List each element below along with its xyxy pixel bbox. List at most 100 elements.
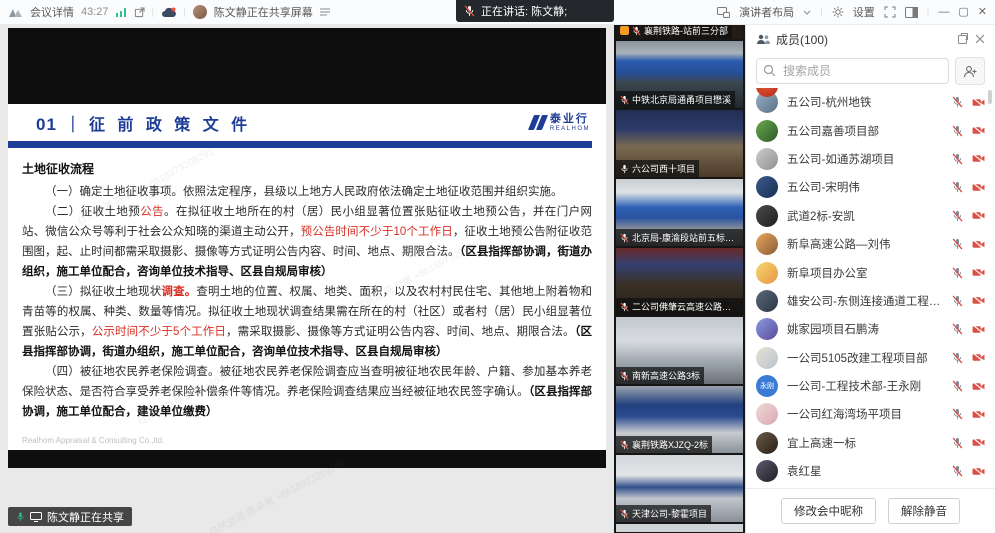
meeting-timer: 43:27 (81, 6, 109, 18)
camera-off-icon[interactable] (972, 97, 985, 108)
members-list: 五公司-杭州地铁 五公司嘉善项目部 (746, 88, 995, 489)
layout-selector[interactable]: 演讲者布局 (739, 4, 794, 20)
camera-off-icon[interactable] (972, 295, 985, 306)
camera-off-icon[interactable] (972, 239, 985, 250)
member-row[interactable]: 五公司嘉善项目部 (746, 116, 995, 144)
video-tile[interactable]: 北京局-康渝段站前五标项目 (616, 179, 743, 246)
add-member-button[interactable] (955, 57, 985, 85)
video-tile-name: 二公司佛肇云高速公路项目 (632, 300, 739, 313)
settings-button[interactable]: 设置 (853, 4, 875, 20)
camera-off-icon[interactable] (972, 466, 985, 477)
video-tile[interactable]: 二公司佛肇云高速公路项目 (616, 248, 743, 315)
slide-paragraphs: （一）确定土地征收事项。依照法定程序，县级以上地方人民政府依法确定土地征收范围并… (22, 182, 592, 422)
mic-active-icon (620, 164, 629, 174)
members-icon (756, 34, 770, 45)
video-tile[interactable] (616, 524, 743, 532)
mic-muted-icon[interactable] (952, 238, 963, 250)
member-row[interactable]: 雄安公司-东侧连接通道工程项目向志良 (746, 287, 995, 315)
signal-strength-icon (116, 8, 127, 17)
video-tile-name: 六公司西十项目 (632, 162, 695, 175)
mic-muted-icon[interactable] (952, 465, 963, 477)
camera-off-icon[interactable] (972, 409, 985, 420)
video-tile-name: 天津公司-黎霍项目 (632, 507, 707, 520)
camera-off-icon[interactable] (972, 324, 985, 335)
mic-muted-icon[interactable] (952, 125, 963, 137)
member-status-icons (952, 267, 985, 279)
open-external-icon[interactable] (134, 7, 145, 18)
mic-muted-icon[interactable] (952, 181, 963, 193)
meeting-details-link[interactable]: 会议详情 (30, 4, 74, 20)
top-bar: 会议详情 43:27 | | 陈文静正在共享屏幕 正在讲话: 陈文静; (0, 0, 995, 25)
gear-icon[interactable] (832, 6, 844, 18)
member-row[interactable]: 一公司5105改建工程项目部 (746, 344, 995, 372)
member-status-icons (952, 96, 985, 108)
member-row[interactable]: 武道2标-安凯 (746, 202, 995, 230)
video-tile[interactable]: 六公司西十项目 (616, 110, 743, 177)
mic-muted-icon[interactable] (952, 295, 963, 307)
member-status-icons (952, 465, 985, 477)
mic-muted-icon[interactable] (952, 437, 963, 449)
member-row[interactable]: 姚家园项目石鹏涛 (746, 315, 995, 343)
video-tile[interactable]: 襄荆铁路-站前三分部 (616, 24, 743, 39)
mic-muted-icon[interactable] (952, 153, 963, 165)
slide-footer-text: Realhom Appraisal & Consulting Co.,ltd. (22, 436, 164, 445)
cloud-recording-icon[interactable] (161, 7, 176, 18)
chevron-down-icon[interactable] (803, 10, 811, 15)
fullscreen-icon[interactable] (884, 6, 896, 18)
screen-share-icon (30, 512, 42, 522)
camera-off-icon[interactable] (972, 381, 985, 392)
section-number: 01 (36, 115, 57, 135)
member-status-icons (952, 210, 985, 222)
close-button[interactable]: ✕ (978, 0, 987, 24)
member-name: 宜上高速一标 (787, 435, 946, 451)
side-panel-icon[interactable] (905, 7, 918, 18)
mic-muted-icon[interactable] (952, 96, 963, 108)
member-row[interactable]: 新阜项目办公室 (746, 258, 995, 286)
member-row[interactable]: 新阜高速公路—刘伟 (746, 230, 995, 258)
mic-muted-icon[interactable] (952, 408, 963, 420)
camera-off-icon[interactable] (972, 437, 985, 448)
minimize-button[interactable]: — (938, 0, 949, 24)
mic-muted-icon[interactable] (952, 323, 963, 335)
video-tile-name: 南新高速公路3标 (632, 369, 700, 382)
video-tile-name: 中铁北京局通甬项目懋溪 (632, 93, 731, 106)
rename-button[interactable]: 修改会中昵称 (781, 498, 876, 524)
camera-off-icon[interactable] (972, 267, 985, 278)
member-row[interactable]: 永刚 一公司-工程技术部-王永刚 (746, 372, 995, 400)
mic-muted-icon[interactable] (952, 267, 963, 279)
mic-muted-icon[interactable] (952, 352, 963, 364)
video-tile-caption: 北京局-康渝段站前五标项目 (616, 229, 743, 246)
member-row[interactable]: 袁红星 (746, 457, 995, 485)
camera-off-icon[interactable] (972, 153, 985, 164)
member-row[interactable]: 五公司-杭州地铁 (746, 88, 995, 116)
section-divider: ｜ (65, 111, 81, 135)
maximize-button[interactable]: ▢ (958, 0, 968, 24)
video-tile[interactable]: 中铁北京局通甬项目懋溪 (616, 41, 743, 108)
mic-active-icon (16, 511, 25, 523)
member-row[interactable]: 五公司-如通苏湖项目 (746, 145, 995, 173)
camera-off-icon[interactable] (972, 352, 985, 363)
member-status-icons (952, 352, 985, 364)
member-name: 五公司-杭州地铁 (787, 94, 946, 110)
scrollbar-thumb[interactable] (988, 90, 992, 104)
menu-lines-icon[interactable] (320, 8, 330, 16)
mic-muted-icon[interactable] (952, 210, 963, 222)
camera-off-icon[interactable] (972, 182, 985, 193)
member-row[interactable]: 一公司红海湾场平项目 (746, 400, 995, 428)
members-panel: 成员(100) (745, 24, 995, 533)
member-row[interactable]: 五公司-宋明伟 (746, 173, 995, 201)
camera-off-icon[interactable] (972, 210, 985, 221)
slide-accent-bar (8, 141, 592, 148)
close-panel-icon[interactable] (975, 34, 985, 44)
video-tile[interactable]: 襄荆铁路XJZQ-2标 (616, 386, 743, 453)
mic-muted-icon[interactable] (952, 380, 963, 392)
popout-panel-icon[interactable] (957, 33, 969, 45)
video-tile[interactable]: 天津公司-黎霍项目 (616, 455, 743, 522)
search-members-input[interactable] (756, 58, 949, 84)
member-row[interactable]: 宜上高速一标 (746, 429, 995, 457)
camera-off-icon[interactable] (972, 125, 985, 136)
unmute-button[interactable]: 解除静音 (888, 498, 960, 524)
video-tile[interactable]: 南新高速公路3标 (616, 317, 743, 384)
slide-bottom-letterbox (8, 450, 606, 468)
video-tile-caption: 襄荆铁路-站前三分部 (616, 24, 732, 39)
